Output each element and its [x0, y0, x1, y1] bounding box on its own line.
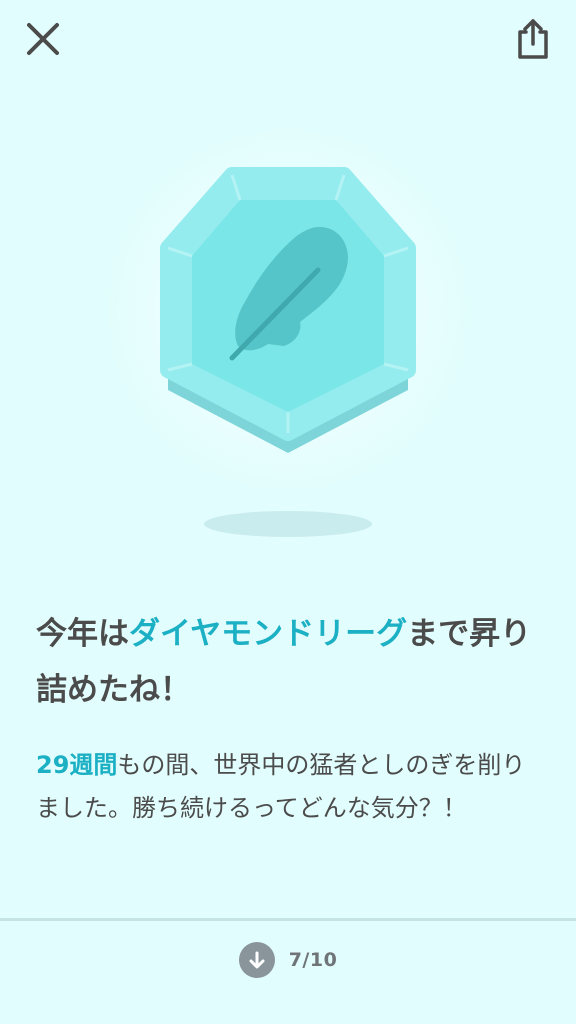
next-button[interactable]: [238, 942, 275, 978]
page-indicator: 7/10: [288, 949, 338, 971]
share-button[interactable]: [508, 14, 558, 64]
divider: [0, 918, 576, 921]
weeks-count: 29週間: [36, 751, 118, 779]
headline: 今年はダイヤモンドリーグまで昇り詰めたね！: [36, 606, 546, 718]
arrow-down-icon: [249, 951, 265, 969]
close-icon: [27, 23, 59, 55]
league-name: ダイヤモンドリーグ: [129, 616, 408, 652]
close-button[interactable]: [18, 14, 68, 64]
pager: 7/10: [0, 940, 576, 980]
league-badge: [0, 110, 576, 560]
description: 29週間もの間、世界中の猛者としのぎを削りました。勝ち続けるってどんな気分？！: [36, 744, 546, 830]
headline-part1: 今年は: [36, 616, 129, 652]
badge-shadow: [204, 511, 372, 537]
share-icon: [518, 19, 548, 59]
